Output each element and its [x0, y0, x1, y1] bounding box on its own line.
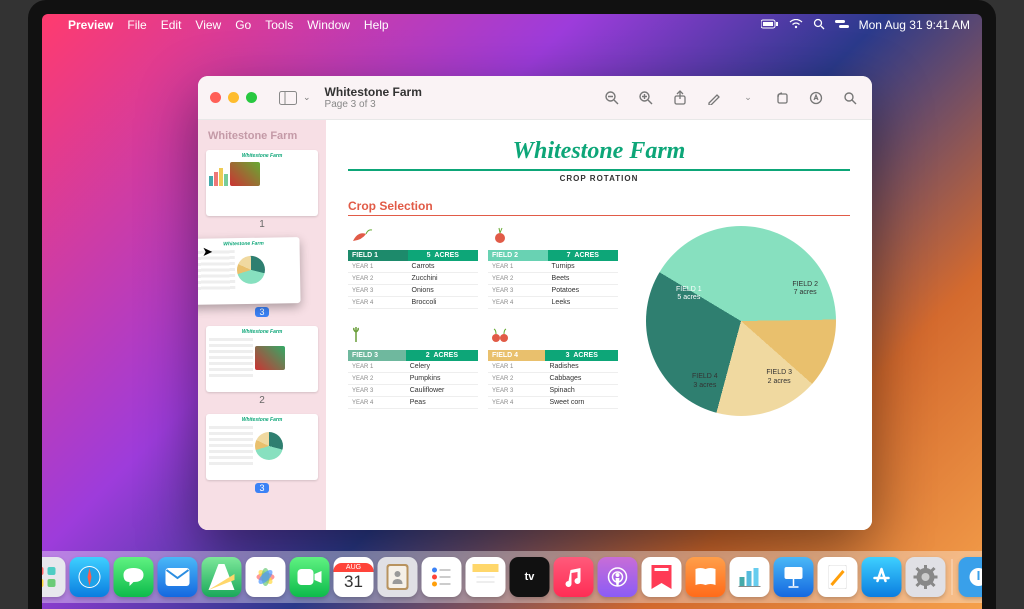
dock-launchpad-icon[interactable] — [42, 557, 66, 597]
acreage-pie-chart: FIELD 15 acres FIELD 27 acres FIELD 32 a… — [646, 226, 836, 416]
field-1-block: FIELD 15 ACRES YEAR 1Carrots YEAR 2Zucch… — [348, 226, 478, 316]
doc-title: Whitestone Farm — [348, 138, 850, 165]
markup-dropdown-chevron-icon[interactable]: ⌄ — [740, 90, 756, 106]
dock-system-preferences-icon[interactable] — [906, 557, 946, 597]
dock: AUG31 tv — [42, 551, 982, 603]
app-menu[interactable]: Preview — [68, 18, 113, 32]
page-thumbnail[interactable]: Whitestone Farm — [206, 414, 318, 480]
menu-file[interactable]: File — [127, 18, 146, 32]
page-thumbnail[interactable]: Whitestone Farm — [206, 150, 318, 216]
section-heading: Crop Selection — [348, 199, 850, 213]
page-thumbnail[interactable]: Whitestone Farm — [206, 326, 318, 392]
window-subtitle: Page 3 of 3 — [325, 99, 590, 110]
dock-downloads-icon[interactable] — [959, 557, 983, 597]
thumbnail-sidebar[interactable]: Whitestone Farm Whitestone Farm 1 Whites… — [198, 120, 326, 530]
thumbnail-page-number: 1 — [206, 219, 318, 230]
document-page: Whitestone Farm CROP ROTATION Crop Selec… — [326, 120, 872, 530]
thumbnail-page-number: 3 — [206, 483, 318, 494]
window-close-button[interactable] — [210, 92, 221, 103]
dock-music-icon[interactable] — [554, 557, 594, 597]
dock-notes-icon[interactable] — [466, 557, 506, 597]
window-zoom-button[interactable] — [246, 92, 257, 103]
dock-numbers-icon[interactable] — [730, 557, 770, 597]
dock-reminders-icon[interactable] — [422, 557, 462, 597]
menu-go[interactable]: Go — [235, 18, 251, 32]
field-2-block: FIELD 27 ACRES YEAR 1Turnips YEAR 2Beets… — [488, 226, 618, 316]
page-thumbnail-dragging[interactable]: Whitestone Farm — [198, 237, 301, 305]
search-button[interactable] — [842, 90, 858, 106]
dock-maps-icon[interactable] — [202, 557, 242, 597]
share-button[interactable] — [672, 90, 688, 106]
zoom-in-button[interactable] — [638, 90, 654, 106]
thumbnail-page-number: 2 — [206, 395, 318, 406]
window-minimize-button[interactable] — [228, 92, 239, 103]
window-title: Whitestone Farm — [325, 85, 590, 99]
dock-books-icon[interactable] — [686, 557, 726, 597]
markup-button[interactable] — [706, 90, 722, 106]
dock-facetime-icon[interactable] — [290, 557, 330, 597]
menubar-clock[interactable]: Mon Aug 31 9:41 AM — [859, 18, 970, 32]
dock-keynote-icon[interactable] — [774, 557, 814, 597]
dock-tv-icon[interactable]: tv — [510, 557, 550, 597]
dock-appstore-icon[interactable] — [862, 557, 902, 597]
sidebar-document-title: Whitestone Farm — [208, 130, 316, 142]
field-tables: FIELD 15 ACRES YEAR 1Carrots YEAR 2Zucch… — [348, 226, 618, 416]
field-4-block: FIELD 43 ACRES YEAR 1Radishes YEAR 2Cabb… — [488, 326, 618, 416]
highlight-button[interactable] — [808, 90, 824, 106]
menu-view[interactable]: View — [195, 18, 221, 32]
field-3-block: FIELD 32 ACRES YEAR 1Celery YEAR 2Pumpki… — [348, 326, 478, 416]
thumbnail-page-number: 3 — [206, 307, 318, 318]
spotlight-icon[interactable] — [813, 18, 825, 33]
dock-messages-icon[interactable] — [114, 557, 154, 597]
dock-podcasts-icon[interactable] — [598, 557, 638, 597]
preview-window: ⌄ Whitestone Farm Page 3 of 3 ⌄ Whitesto… — [198, 76, 872, 530]
dock-news-icon[interactable] — [642, 557, 682, 597]
dock-separator — [952, 559, 953, 595]
menu-help[interactable]: Help — [364, 18, 389, 32]
zoom-out-button[interactable] — [604, 90, 620, 106]
titlebar[interactable]: ⌄ Whitestone Farm Page 3 of 3 ⌄ — [198, 76, 872, 120]
view-options-chevron-icon[interactable]: ⌄ — [303, 92, 311, 103]
menubar: Preview File Edit View Go Tools Window H… — [42, 14, 982, 36]
dock-calendar-icon[interactable]: AUG31 — [334, 557, 374, 597]
wifi-icon[interactable] — [789, 18, 803, 32]
menu-window[interactable]: Window — [307, 18, 350, 32]
control-center-icon[interactable] — [835, 18, 849, 32]
battery-icon[interactable] — [761, 18, 779, 32]
dock-photos-icon[interactable] — [246, 557, 286, 597]
dock-pages-icon[interactable] — [818, 557, 858, 597]
menu-edit[interactable]: Edit — [161, 18, 182, 32]
doc-subtitle: CROP ROTATION — [348, 174, 850, 183]
dock-safari-icon[interactable] — [70, 557, 110, 597]
menu-tools[interactable]: Tools — [265, 18, 293, 32]
dock-mail-icon[interactable] — [158, 557, 198, 597]
dock-contacts-icon[interactable] — [378, 557, 418, 597]
rotate-button[interactable] — [774, 90, 790, 106]
sidebar-toggle-button[interactable] — [275, 87, 301, 109]
